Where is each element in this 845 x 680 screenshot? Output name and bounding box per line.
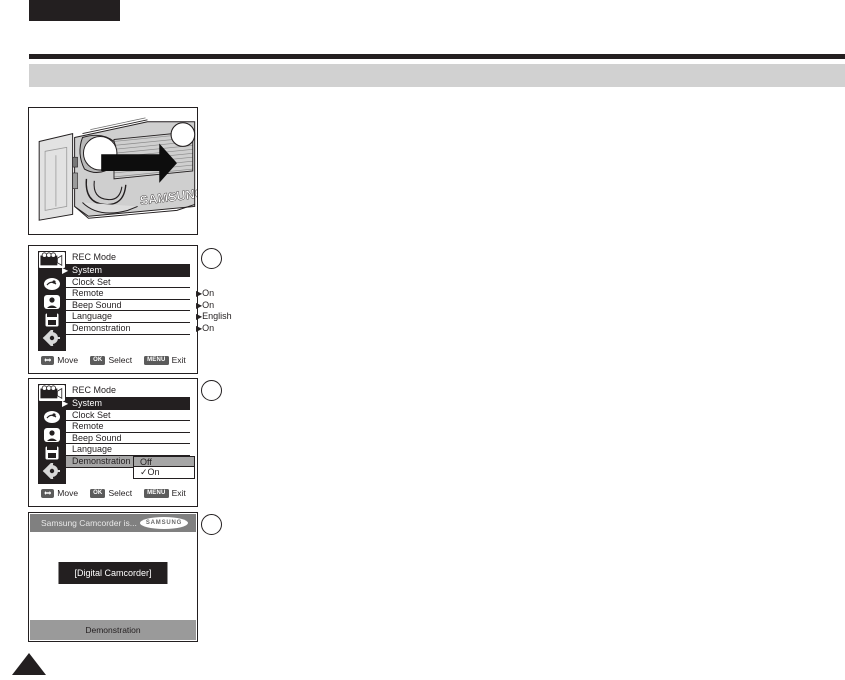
page-header-tab: [29, 0, 120, 21]
hint-exit: MENU Exit: [144, 488, 186, 498]
osd-2-hint-bar: Move OK Select MENU Exit: [38, 486, 189, 500]
osd-2-inner: REC Mode ▶ System Clock Set Remote Beep …: [38, 384, 195, 484]
osd-2-row-demonstration-label: Demonstration: [72, 455, 131, 466]
menu-badge-icon: MENU: [144, 355, 169, 365]
osd-1-row-language[interactable]: Language ▶English: [66, 311, 232, 323]
osd-1-row-language-value: ▶English: [196, 311, 232, 323]
osd-1-row-system-label: System: [72, 265, 103, 275]
step-circle-2: [201, 380, 222, 401]
system-gear-icon[interactable]: [42, 463, 62, 479]
osd-1-row-remote-label: Remote: [72, 288, 104, 299]
person-playback-icon[interactable]: [42, 427, 62, 443]
osd-2-row-language-label: Language: [72, 444, 113, 455]
osd-1-row-demonstration-value: ▶On: [196, 323, 214, 335]
osd-1-surface: REC Mode ▶ System Clock Set Remote ▶On B…: [29, 246, 232, 373]
osd-1-header: REC Mode: [66, 251, 190, 265]
osd-2-header: REC Mode: [66, 384, 190, 398]
osd-2-row-system-label: System: [72, 398, 103, 408]
photo-camera-icon[interactable]: [42, 276, 62, 292]
osd-1-inner: REC Mode ▶ System Clock Set Remote ▶On B…: [38, 251, 232, 351]
osd-1-menu-column: REC Mode ▶ System Clock Set Remote ▶On B…: [62, 251, 232, 335]
osd-1-row-clock-set-label: Clock Set: [72, 276, 111, 287]
osd-2-surface: REC Mode ▶ System Clock Set Remote Beep …: [29, 379, 197, 506]
osd-2-row-clock-set-label: Clock Set: [72, 409, 111, 420]
submenu-option-on-label: On: [147, 467, 160, 478]
osd-1-row-remote[interactable]: Remote ▶On: [66, 288, 214, 300]
demo-header-text: Samsung Camcorder is...: [41, 518, 137, 528]
demo-footer-text: Demonstration: [85, 625, 141, 635]
row-arrow-icon: ▶: [62, 266, 69, 275]
osd-1-row-beep-sound[interactable]: Beep Sound ▶On: [66, 299, 214, 312]
submenu-option-off[interactable]: Off: [133, 455, 195, 468]
osd-2-row-remote[interactable]: Remote: [66, 421, 190, 433]
hint-exit-label: Exit: [171, 488, 186, 498]
photo-camera-icon[interactable]: [42, 409, 62, 425]
osd-1-row-clock-set[interactable]: Clock Set: [66, 276, 190, 289]
submenu-option-on[interactable]: ✓On: [133, 467, 195, 479]
memory-card-icon[interactable]: [42, 312, 62, 328]
hint-move-label: Move: [57, 488, 79, 498]
hint-exit: MENU Exit: [144, 355, 186, 365]
samsung-logo: SAMSUNG: [140, 517, 188, 529]
step-circle-3: [201, 514, 222, 535]
hint-select: OK Select: [90, 355, 132, 365]
osd-1-row-demonstration[interactable]: Demonstration ▶On: [66, 322, 214, 335]
hint-select-label: Select: [108, 355, 133, 365]
hint-move: Move: [41, 355, 78, 365]
osd-2-row-language[interactable]: Language: [66, 444, 190, 456]
camcorder-illustration-panel: SAMSUNG: [28, 107, 198, 235]
osd-1-row-beep-sound-label: Beep Sound: [72, 299, 122, 310]
demonstration-screen: Samsung Camcorder is... SAMSUNG [Digital…: [28, 512, 198, 642]
demonstration-submenu: Off ✓On: [133, 455, 195, 479]
osd-2-row-beep-sound[interactable]: Beep Sound: [66, 432, 190, 445]
page-corner-marker: [12, 653, 46, 675]
osd-menu-screen-2: REC Mode ▶ System Clock Set Remote Beep …: [28, 378, 198, 507]
demo-footer-bar: Demonstration: [30, 620, 196, 640]
osd-2-row-remote-label: Remote: [72, 421, 104, 432]
demo-header-bar: Samsung Camcorder is... SAMSUNG: [30, 514, 196, 532]
dpad-icon: [41, 488, 55, 498]
header-divider-rule: [29, 54, 845, 59]
osd-1-row-demonstration-label: Demonstration: [72, 322, 131, 333]
osd-1-row-remote-value: ▶On: [196, 288, 214, 300]
language-value-text: English: [202, 311, 232, 322]
ok-badge-icon: OK: [90, 488, 106, 498]
demo-body: [Digital Camcorder]: [30, 532, 196, 620]
camcorder-side-view-icon: SAMSUNG: [29, 108, 197, 234]
demo-caption-box: [Digital Camcorder]: [58, 562, 168, 584]
osd-1-row-system[interactable]: ▶ System: [62, 265, 190, 277]
osd-1-row-beep-sound-value: ▶On: [196, 300, 214, 312]
section-title-band: [29, 64, 845, 87]
demonstration-value-text: On: [202, 322, 215, 333]
dpad-icon: [41, 355, 55, 365]
osd-1-row-language-label: Language: [72, 311, 113, 322]
hint-exit-label: Exit: [171, 355, 186, 365]
memory-card-icon[interactable]: [42, 445, 62, 461]
submenu-option-off-label: Off: [140, 456, 152, 467]
osd-2-row-beep-sound-label: Beep Sound: [72, 432, 122, 443]
row-arrow-icon: ▶: [62, 399, 69, 408]
person-playback-icon[interactable]: [42, 294, 62, 310]
remote-value-text: On: [202, 288, 215, 299]
submenu-check-icon: ✓: [140, 467, 148, 478]
menu-badge-icon: MENU: [144, 488, 169, 498]
hint-move: Move: [41, 488, 78, 498]
hint-move-label: Move: [57, 355, 79, 365]
beep-sound-value-text: On: [202, 299, 215, 310]
osd-2-row-system[interactable]: ▶ System: [62, 398, 190, 410]
osd-1-hint-bar: Move OK Select MENU Exit: [38, 353, 189, 367]
osd-2-row-clock-set[interactable]: Clock Set: [66, 409, 190, 422]
ok-badge-icon: OK: [90, 355, 106, 365]
hint-select-label: Select: [108, 488, 133, 498]
hint-select: OK Select: [90, 488, 132, 498]
step-circle-1: [201, 248, 222, 269]
osd-menu-screen-1: REC Mode ▶ System Clock Set Remote ▶On B…: [28, 245, 232, 374]
system-gear-icon[interactable]: [42, 330, 62, 346]
